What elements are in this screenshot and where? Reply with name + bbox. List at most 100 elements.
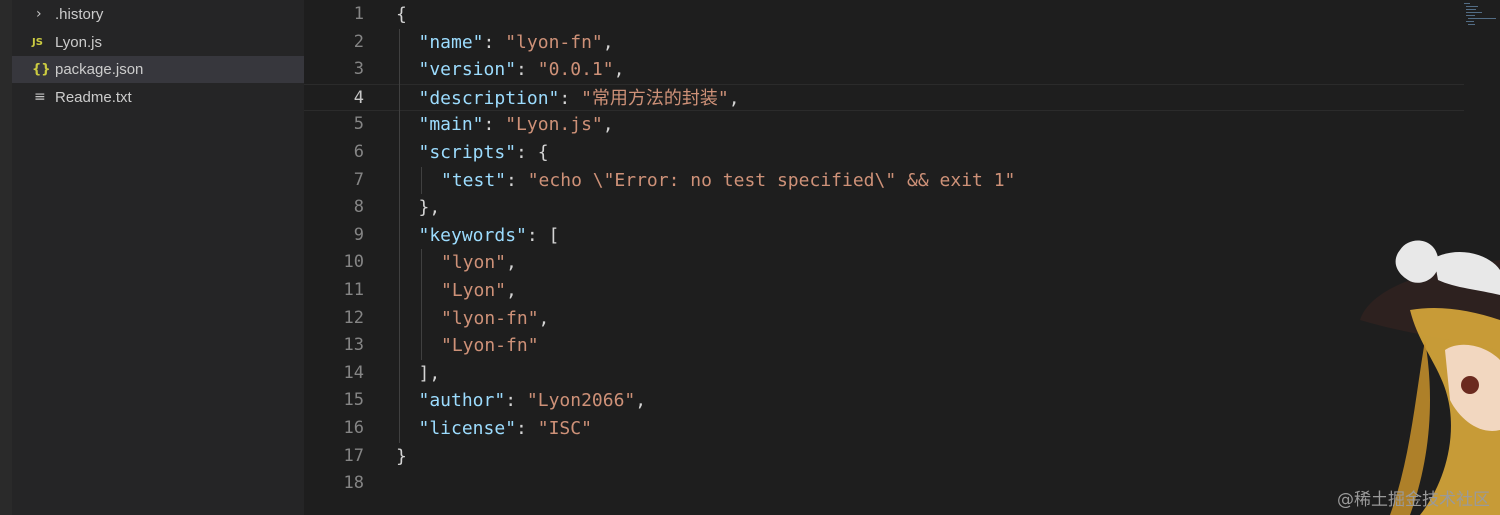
- code-line[interactable]: 14],: [304, 360, 1464, 388]
- code-editor[interactable]: 1{2 "name": "lyon-fn", 3 "version": "0.0.1"…: [304, 0, 1500, 515]
- javascript-file-icon: JS: [32, 37, 43, 48]
- character-artwork: [1360, 240, 1500, 515]
- code-line[interactable]: 9 "keywords": [: [304, 222, 1464, 250]
- json-string: "ISC": [537, 418, 592, 439]
- code-text: },: [419, 194, 441, 222]
- json-file-icon: {}: [32, 62, 51, 77]
- code-line[interactable]: 5 "main": "Lyon.js",: [304, 111, 1464, 139]
- code-text: }: [396, 443, 407, 471]
- line-number: 5: [353, 114, 364, 135]
- json-key: "scripts": [418, 142, 517, 163]
- tree-item-lyon-js[interactable]: JS Lyon.js: [12, 29, 304, 56]
- json-string: "Lyon": [441, 280, 507, 301]
- json-punctuation: ],: [418, 362, 441, 384]
- json-string: "常用方法的封装": [581, 87, 729, 109]
- json-punctuation: : {: [516, 142, 549, 163]
- code-line[interactable]: 16 "license": "ISC": [304, 415, 1464, 443]
- line-number: 15: [343, 390, 364, 411]
- line-number: 8: [353, 197, 364, 218]
- indent-guide: [399, 28, 400, 443]
- json-string: "lyon-fn": [505, 31, 603, 53]
- json-punctuation: : [: [526, 224, 560, 246]
- activity-strip: [0, 0, 12, 515]
- json-punctuation: },: [418, 197, 441, 219]
- code-line[interactable]: 2 "name": "lyon-fn",: [304, 29, 1464, 57]
- code-text: "Lyon",: [441, 277, 517, 305]
- json-punctuation: :: [505, 390, 527, 412]
- json-key: "main": [418, 114, 484, 136]
- code-line[interactable]: 3 "version": "0.0.1",: [304, 56, 1464, 84]
- json-punctuation: ,: [506, 280, 517, 301]
- code-line[interactable]: 17}: [304, 443, 1464, 471]
- code-text: "keywords": [: [419, 222, 560, 250]
- json-string: "lyon": [441, 252, 507, 274]
- code-line[interactable]: 15 "author": "Lyon2066",: [304, 387, 1464, 415]
- code-text: "test": "echo \"Error: no test specified…: [441, 167, 1015, 195]
- line-number: 17: [343, 445, 364, 466]
- line-number: 14: [343, 362, 364, 383]
- json-string: "Lyon2066": [526, 390, 636, 412]
- code-text: {: [396, 1, 407, 29]
- code-line[interactable]: 12 "lyon-fn",: [304, 305, 1464, 333]
- json-string: "Lyon.js": [505, 114, 603, 136]
- code-text: ],: [419, 360, 441, 388]
- json-punctuation: :: [516, 59, 538, 81]
- json-key: "author": [418, 390, 506, 412]
- json-punctuation: ,: [728, 87, 740, 109]
- json-punctuation: :: [483, 114, 506, 136]
- json-key: "name": [418, 31, 484, 53]
- explorer-sidebar: › .history JS Lyon.js {} package.json ≡ …: [12, 0, 304, 515]
- code-line[interactable]: 6 "scripts": {: [304, 139, 1464, 167]
- json-punctuation: ,: [602, 31, 614, 53]
- line-number: 11: [343, 280, 364, 300]
- tree-item-label: Lyon.js: [55, 34, 102, 51]
- json-key: "description": [418, 87, 560, 109]
- code-text: "version": "0.0.1",: [419, 56, 625, 84]
- line-number: 7: [353, 169, 364, 190]
- code-text: "author": "Lyon2066",: [419, 387, 647, 415]
- line-number: 9: [353, 224, 364, 245]
- indent-guide: [421, 249, 422, 360]
- code-line[interactable]: 13 "Lyon-fn": [304, 332, 1464, 360]
- line-number: 1: [353, 4, 364, 24]
- code-line[interactable]: 11 "Lyon",: [304, 277, 1464, 305]
- tree-item-readme-txt[interactable]: ≡ Readme.txt: [12, 84, 304, 111]
- code-text: "license": "ISC": [419, 415, 592, 443]
- code-line[interactable]: 10 "lyon",: [304, 249, 1464, 277]
- code-text: "lyon",: [441, 249, 517, 277]
- line-number: 3: [353, 59, 364, 80]
- line-number: 16: [343, 418, 364, 438]
- json-punctuation: ,: [602, 114, 614, 136]
- json-punctuation: :: [506, 169, 528, 191]
- json-punctuation: ,: [506, 252, 517, 274]
- json-punctuation: ,: [538, 307, 550, 329]
- json-punctuation: :: [516, 418, 538, 439]
- json-punctuation: {: [396, 4, 407, 25]
- json-string: "0.0.1": [537, 59, 614, 81]
- line-number: 4: [353, 87, 364, 108]
- json-punctuation: ,: [613, 59, 625, 81]
- tree-item-package-json[interactable]: {} package.json: [12, 56, 304, 83]
- code-text: "scripts": {: [419, 139, 549, 167]
- minimap[interactable]: [1462, 0, 1500, 30]
- chevron-right-icon: ›: [36, 6, 42, 22]
- tree-item-label: package.json: [55, 61, 144, 78]
- code-text: "main": "Lyon.js",: [419, 111, 614, 139]
- line-number: 13: [343, 335, 364, 356]
- line-number: 6: [353, 142, 364, 162]
- json-string: "echo \"Error: no test specified\" && ex…: [527, 169, 1016, 191]
- code-text: "Lyon-fn": [441, 332, 539, 360]
- code-text: "lyon-fn",: [441, 305, 549, 333]
- code-line[interactable]: 1{: [304, 1, 1464, 29]
- code-text: "name": "lyon-fn",: [419, 29, 614, 57]
- tree-item-label: Readme.txt: [55, 89, 132, 106]
- line-number: 12: [343, 307, 364, 328]
- code-line[interactable]: 7 "test": "echo \"Error: no test specifie…: [304, 167, 1464, 195]
- text-file-icon: ≡: [34, 89, 46, 105]
- code-line[interactable]: 4 "description": "常用方法的封装",: [304, 83, 1464, 112]
- code-line[interactable]: 8},: [304, 194, 1464, 222]
- json-punctuation: }: [396, 445, 407, 467]
- json-punctuation: :: [559, 87, 582, 109]
- tree-item-history-folder[interactable]: › .history: [12, 1, 304, 28]
- code-line[interactable]: 18: [304, 470, 1464, 498]
